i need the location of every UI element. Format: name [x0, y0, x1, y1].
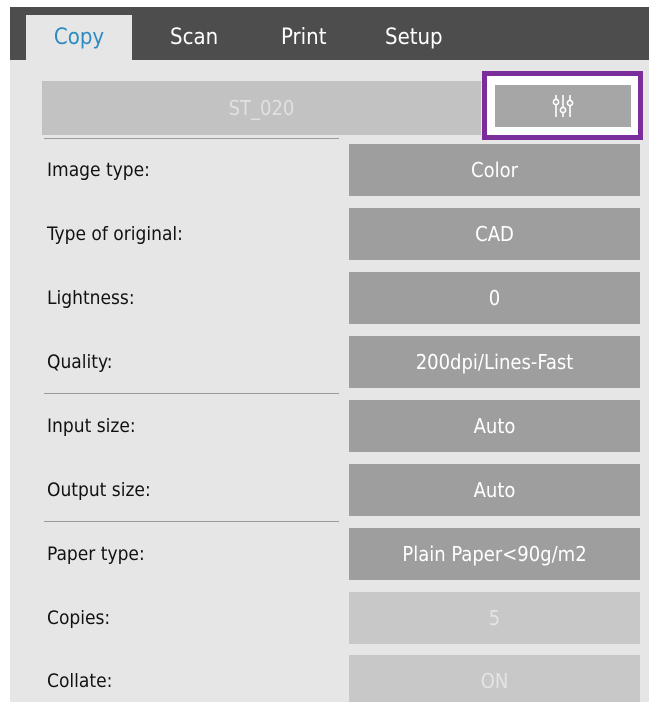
copies-label: Copies:	[47, 607, 111, 629]
tab-scan[interactable]: Scan	[170, 15, 218, 60]
tab-setup[interactable]: Setup	[385, 15, 443, 60]
tab-print[interactable]: Print	[281, 15, 326, 60]
section-divider	[44, 138, 339, 139]
sliders-icon	[552, 95, 574, 117]
lightness-label: Lightness:	[47, 287, 135, 309]
paper-type-button[interactable]: Plain Paper<90g/m2	[349, 528, 640, 580]
type-of-original-button[interactable]: CAD	[349, 208, 640, 260]
paper-type-label: Paper type:	[47, 543, 145, 565]
tab-bar: Copy Scan Print Setup	[10, 7, 649, 60]
lightness-button[interactable]: 0	[349, 272, 640, 324]
output-size-button[interactable]: Auto	[349, 464, 640, 516]
section-divider	[44, 393, 339, 394]
input-size-button[interactable]: Auto	[349, 400, 640, 452]
copies-button: 5	[349, 592, 640, 644]
tab-copy[interactable]: Copy	[26, 15, 132, 60]
collate-label: Collate:	[47, 670, 113, 692]
advanced-settings-button-face[interactable]	[495, 85, 631, 127]
copy-panel: Copy Scan Print Setup ST_020 Image type:…	[10, 7, 649, 702]
collate-button: ON	[349, 655, 640, 702]
advanced-settings-button[interactable]	[482, 71, 643, 140]
quality-button[interactable]: 200dpi/Lines-Fast	[349, 336, 640, 388]
section-divider	[44, 521, 339, 522]
image-type-button[interactable]: Color	[349, 144, 640, 196]
quality-label: Quality:	[47, 351, 113, 373]
image-type-label: Image type:	[47, 159, 150, 181]
type-of-original-label: Type of original:	[47, 223, 183, 245]
preset-selector[interactable]: ST_020	[42, 81, 481, 135]
input-size-label: Input size:	[47, 415, 136, 437]
output-size-label: Output size:	[47, 479, 151, 501]
